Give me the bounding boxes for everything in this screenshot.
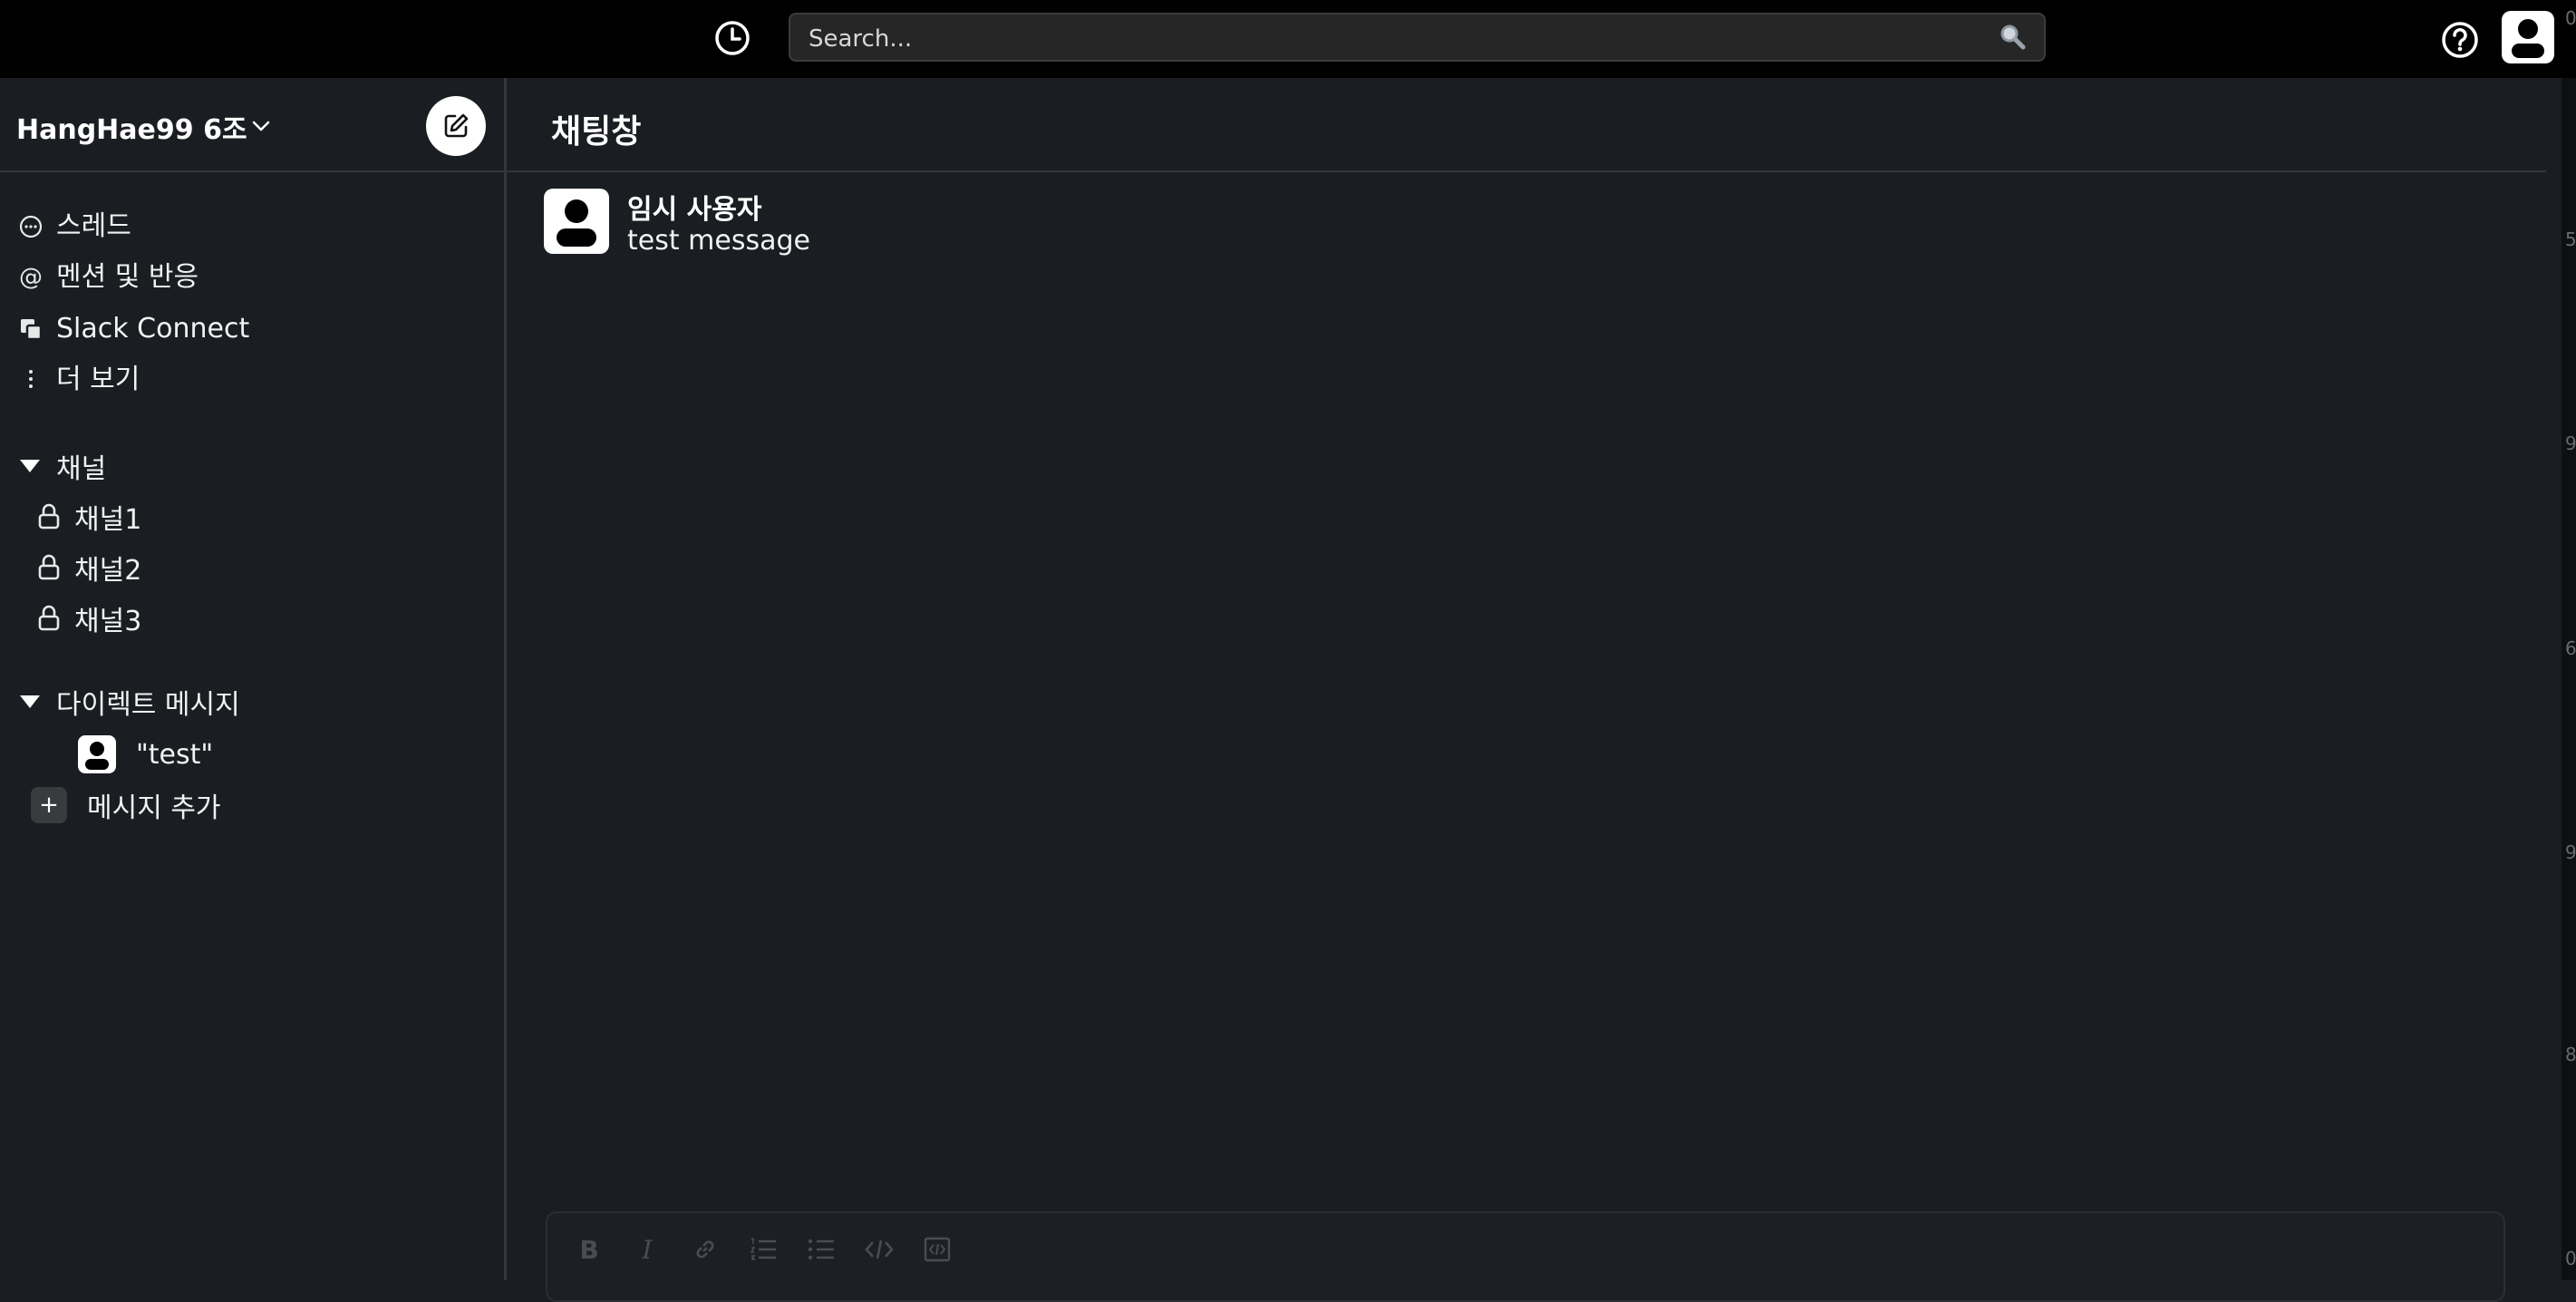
top-bar: Search... (0, 0, 2576, 78)
chevron-down-icon[interactable] (250, 115, 272, 137)
bold-icon[interactable]: B (571, 1233, 607, 1266)
message-text: test message (627, 225, 810, 257)
avatar[interactable] (544, 189, 609, 254)
channel-label: 채널2 (74, 555, 142, 587)
dm-item[interactable]: "test" (78, 733, 213, 776)
lock-icon (36, 502, 62, 531)
search-placeholder: Search... (809, 25, 913, 53)
lock-icon (36, 604, 62, 633)
caret-down-icon (20, 695, 40, 708)
user-avatar[interactable] (2502, 11, 2554, 63)
dm-header[interactable]: 다이렉트 메시지 (20, 682, 240, 722)
add-message-button[interactable]: + 메시지 추가 (31, 785, 221, 825)
workspace-name[interactable]: HangHae99 6조 (16, 107, 247, 147)
dm-label: "test" (136, 738, 214, 771)
dm-header-label: 다이렉트 메시지 (56, 689, 240, 721)
edge-glyph: 6 (2565, 637, 2576, 659)
nav-item-slack-connect[interactable]: Slack Connect (16, 309, 249, 349)
channel-label: 채널3 (74, 606, 142, 637)
header-divider (507, 170, 2546, 172)
channel-label: 채널1 (74, 504, 142, 536)
page-title: 채팅창 (551, 113, 642, 151)
nav-item-threads[interactable]: 스레드 (16, 207, 131, 247)
at-icon: @ (19, 264, 43, 291)
plus-icon: + (31, 787, 67, 823)
nav-item-more[interactable]: 더 보기 (16, 360, 140, 400)
nav-item-label: 멘션 및 반응 (56, 261, 199, 293)
link-icon[interactable] (687, 1233, 723, 1266)
channel-item[interactable]: 채널3 (36, 598, 141, 638)
caret-down-icon (20, 460, 40, 472)
avatar (78, 735, 116, 773)
italic-icon[interactable]: I (629, 1233, 665, 1266)
sidebar-border (504, 78, 507, 1280)
clock-icon[interactable] (712, 18, 752, 58)
lock-icon (36, 553, 62, 582)
right-edge-strip (2561, 78, 2576, 1280)
bullet-list-icon[interactable] (803, 1233, 839, 1266)
nav-item-label: 더 보기 (56, 364, 140, 395)
compose-icon (444, 113, 469, 138)
channel-item[interactable]: 채널1 (36, 497, 141, 537)
help-icon[interactable] (2440, 20, 2480, 60)
edge-glyph: 0 (2565, 7, 2576, 29)
nav-item-mentions[interactable]: @ 멘션 및 반응 (16, 257, 199, 297)
code-block-icon[interactable] (919, 1233, 955, 1266)
sidebar-divider (0, 170, 504, 172)
channels-header-label: 채널 (56, 453, 107, 485)
nav-item-label: Slack Connect (56, 313, 250, 345)
edge-glyph: 8 (2565, 1044, 2576, 1065)
more-icon (16, 365, 45, 394)
edge-glyph: 5 (2565, 228, 2576, 250)
edge-glyph: 9 (2565, 841, 2576, 863)
ordered-list-icon[interactable] (745, 1233, 781, 1266)
search-input[interactable]: Search... (789, 13, 2046, 62)
search-icon[interactable] (1997, 22, 2028, 53)
thread-icon (16, 212, 45, 241)
connect-icon (16, 315, 45, 344)
edge-glyph: 0 (2565, 1248, 2576, 1269)
message-composer[interactable]: B I (546, 1211, 2505, 1302)
channels-header[interactable]: 채널 (20, 446, 106, 486)
nav-item-label: 스레드 (56, 210, 131, 242)
add-message-label: 메시지 추가 (87, 792, 221, 824)
channel-item[interactable]: 채널2 (36, 548, 141, 588)
compose-button[interactable] (426, 96, 486, 156)
message-author[interactable]: 임시 사용자 (627, 187, 761, 227)
code-icon[interactable] (861, 1233, 897, 1266)
edge-glyph: 9 (2565, 432, 2576, 454)
